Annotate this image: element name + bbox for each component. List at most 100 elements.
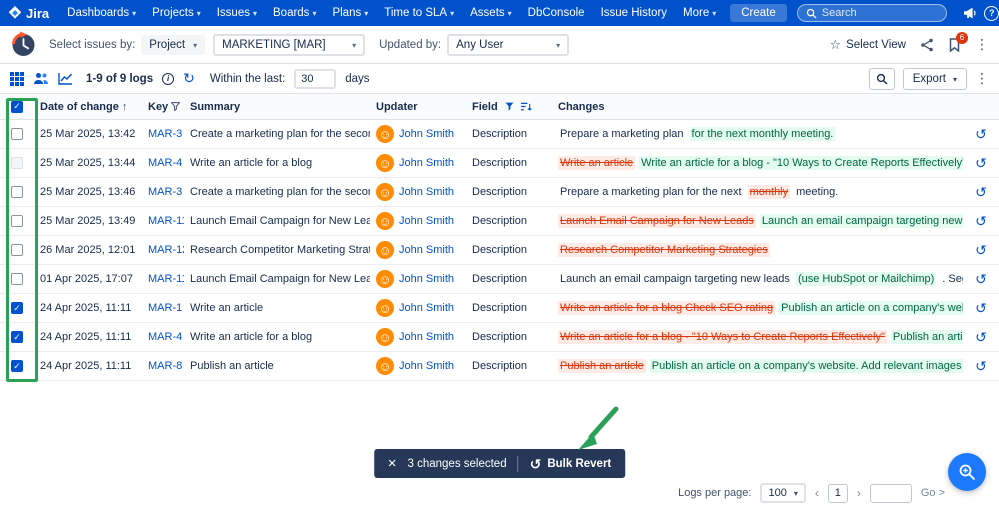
row-checkbox[interactable]: [11, 157, 23, 169]
goto-page-button[interactable]: Go >: [921, 487, 945, 499]
filter-funnel-icon[interactable]: [505, 102, 514, 111]
share-icon[interactable]: [920, 38, 934, 52]
revert-icon: ↺: [530, 457, 542, 471]
help-icon[interactable]: ?: [981, 3, 999, 23]
revert-icon[interactable]: ↺: [975, 301, 987, 316]
goto-page-input[interactable]: [870, 484, 912, 503]
select-issues-by-dropdown[interactable]: Project: [141, 35, 205, 55]
updater-name[interactable]: John Smith: [399, 128, 454, 140]
select-all-checkbox[interactable]: [11, 101, 23, 113]
more-options-icon[interactable]: ⋮: [975, 36, 989, 53]
nav-menu-item[interactable]: DbConsole: [520, 7, 593, 19]
sort-asc-icon[interactable]: ↑: [122, 101, 128, 113]
updater-name[interactable]: John Smith: [399, 360, 454, 372]
issue-summary: Launch Email Campaign for New Leads: [184, 215, 370, 227]
chart-view-icon[interactable]: [58, 72, 73, 85]
revert-icon[interactable]: ↺: [975, 185, 987, 200]
issue-key[interactable]: MAR-4: [142, 157, 184, 169]
refresh-icon[interactable]: ↻: [183, 70, 195, 87]
within-days-input[interactable]: [294, 69, 336, 89]
revert-icon[interactable]: ↺: [975, 243, 987, 258]
row-checkbox[interactable]: [11, 128, 23, 140]
header-date[interactable]: Date of change↑: [34, 101, 142, 113]
nav-menu-item[interactable]: Issues: [209, 7, 265, 19]
nav-menu-item[interactable]: Time to SLA: [376, 7, 462, 19]
nav-search[interactable]: [797, 4, 947, 22]
announcement-icon[interactable]: [959, 3, 981, 23]
row-checkbox[interactable]: [11, 360, 23, 372]
search-input[interactable]: [822, 7, 932, 19]
updater-name[interactable]: John Smith: [399, 302, 454, 314]
updater-name[interactable]: John Smith: [399, 157, 454, 169]
users-view-icon[interactable]: [33, 72, 49, 85]
nav-menu-item[interactable]: Projects: [144, 7, 209, 19]
table-row: 25 Mar 2025, 13:44 MAR-4 Write an articl…: [0, 149, 999, 178]
nav-menu-item[interactable]: Dashboards: [59, 7, 144, 19]
updater-name[interactable]: John Smith: [399, 273, 454, 285]
create-button[interactable]: Create: [730, 4, 787, 22]
issue-key[interactable]: MAR-4: [142, 331, 184, 343]
select-view-button[interactable]: ☆ Select View: [829, 37, 906, 53]
next-page-icon[interactable]: ›: [857, 486, 861, 500]
nav-menu-item[interactable]: Boards: [265, 7, 324, 19]
row-checkbox[interactable]: [11, 186, 23, 198]
info-icon[interactable]: i: [162, 73, 174, 85]
revert-icon[interactable]: ↺: [975, 127, 987, 142]
toolbar-more-icon[interactable]: ⋮: [975, 70, 989, 87]
row-checkbox[interactable]: [11, 331, 23, 343]
logs-per-page-select[interactable]: 100: [760, 483, 805, 503]
row-checkbox[interactable]: [11, 273, 23, 285]
updater-avatar: ☺: [376, 299, 394, 317]
project-select[interactable]: MARKETING [MAR]: [213, 34, 365, 56]
updater-cell: ☺ John Smith: [370, 212, 466, 230]
jira-logo[interactable]: Jira: [8, 6, 49, 21]
updater-name[interactable]: John Smith: [399, 186, 454, 198]
revert-icon[interactable]: ↺: [975, 330, 987, 345]
grid-view-icon[interactable]: [10, 72, 24, 86]
filter-funnel-icon[interactable]: [171, 102, 180, 111]
table-search-button[interactable]: [869, 68, 895, 90]
bulk-revert-button[interactable]: ↺ Bulk Revert: [530, 457, 612, 471]
prev-page-icon[interactable]: ‹: [815, 486, 819, 500]
issue-key[interactable]: MAR-11: [142, 273, 184, 285]
nav-menu-item[interactable]: Assets: [462, 7, 520, 19]
header-updater[interactable]: Updater: [370, 101, 466, 113]
updater-name[interactable]: John Smith: [399, 244, 454, 256]
current-page-button[interactable]: 1: [828, 484, 848, 503]
logs-count: 1-9 of 9 logs: [86, 73, 153, 85]
header-summary[interactable]: Summary: [184, 101, 370, 113]
issue-summary: Write an article: [184, 302, 370, 314]
issue-key[interactable]: MAR-3: [142, 186, 184, 198]
pinned-filters-icon[interactable]: 6: [948, 38, 961, 52]
column-filter-icon[interactable]: [521, 102, 532, 112]
revert-icon[interactable]: ↺: [975, 359, 987, 374]
revert-icon[interactable]: ↺: [975, 272, 987, 287]
issue-key[interactable]: MAR-1: [142, 302, 184, 314]
close-icon[interactable]: ×: [388, 456, 397, 471]
header-key[interactable]: Key: [142, 101, 184, 113]
field-name: Description: [466, 186, 552, 198]
issue-key[interactable]: MAR-12: [142, 244, 184, 256]
issue-key[interactable]: MAR-8: [142, 360, 184, 372]
issue-key[interactable]: MAR-11: [142, 215, 184, 227]
header-field[interactable]: Field: [466, 101, 552, 113]
changes-cell: Launch Email Campaign for New LeadsLaunc…: [552, 214, 963, 228]
chevron-down-icon: [508, 7, 512, 19]
nav-menu-item[interactable]: Issue History: [593, 7, 675, 19]
issue-key[interactable]: MAR-3: [142, 128, 184, 140]
zoom-fab-button[interactable]: [948, 453, 986, 491]
row-checkbox[interactable]: [11, 215, 23, 227]
export-button[interactable]: Export: [903, 68, 967, 90]
row-checkbox[interactable]: [11, 244, 23, 256]
nav-more[interactable]: More: [675, 7, 724, 19]
field-name: Description: [466, 360, 552, 372]
logs-per-page-label: Logs per page:: [678, 487, 751, 499]
updated-by-select[interactable]: Any User: [447, 34, 569, 56]
revert-icon[interactable]: ↺: [975, 156, 987, 171]
nav-menu-item[interactable]: Plans: [324, 7, 376, 19]
updater-name[interactable]: John Smith: [399, 215, 454, 227]
row-checkbox[interactable]: [11, 302, 23, 314]
header-changes[interactable]: Changes: [552, 101, 963, 113]
revert-icon[interactable]: ↺: [975, 214, 987, 229]
updater-name[interactable]: John Smith: [399, 331, 454, 343]
